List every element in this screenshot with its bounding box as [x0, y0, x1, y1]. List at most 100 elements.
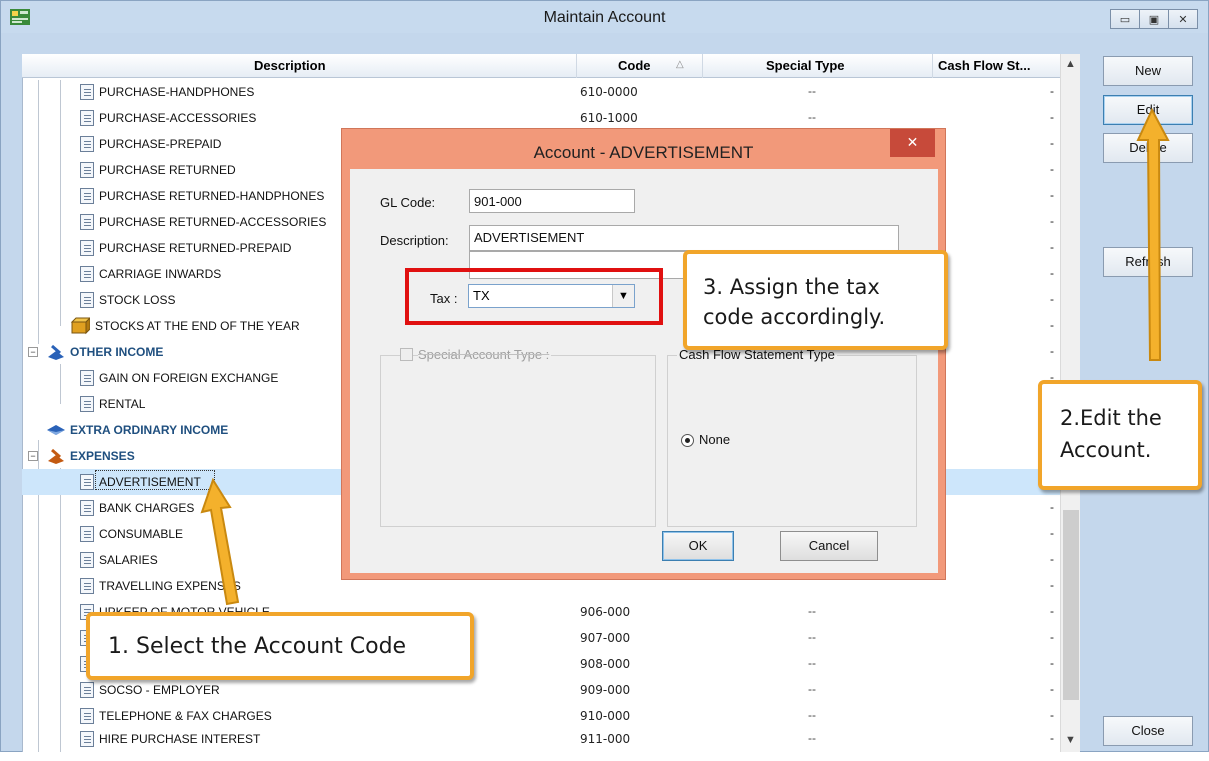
row-special-type: -- [808, 604, 816, 618]
column-header-cash-flow[interactable]: Cash Flow St... [938, 58, 1030, 73]
row-description: TELEPHONE & FAX CHARGES [99, 709, 272, 723]
row-description: PURCHASE RETURNED [99, 163, 236, 177]
callout-step-1: 1. Select the Account Code [86, 612, 474, 680]
dialog-body: GL Code: 901-000 Description: ADVERTISEM… [350, 169, 938, 573]
row-code: 910-000 [580, 709, 631, 723]
row-description: BANK CHARGES [99, 501, 195, 515]
row-special-type: -- [808, 84, 816, 98]
account-icon [80, 731, 94, 747]
ok-button[interactable]: OK [662, 531, 734, 561]
gl-code-field[interactable]: 901-000 [469, 189, 635, 213]
account-icon [80, 266, 94, 282]
row-code: 610-1000 [580, 111, 638, 125]
account-icon [80, 474, 94, 490]
row-description: PURCHASE RETURNED-PREPAID [99, 241, 292, 255]
account-icon [80, 162, 94, 178]
account-icon [80, 708, 94, 724]
description-field[interactable]: ADVERTISEMENT [469, 225, 899, 251]
delete-button[interactable]: Delete [1103, 133, 1193, 163]
table-row[interactable]: SOCSO - EMPLOYER 909-000 -- - [22, 677, 1062, 703]
group-book-icon [48, 344, 64, 360]
row-cash-flow: - [1050, 731, 1054, 745]
row-special-type: -- [808, 630, 816, 644]
close-icon: ✕ [1178, 13, 1188, 26]
cancel-button[interactable]: Cancel [780, 531, 878, 561]
new-button[interactable]: New [1103, 56, 1193, 86]
account-icon [80, 552, 94, 568]
row-description: SOCSO - EMPLOYER [99, 683, 220, 697]
collapse-icon[interactable]: − [28, 451, 38, 461]
row-description: EXTRA ORDINARY INCOME [70, 423, 229, 437]
edit-button[interactable]: Edit [1103, 95, 1193, 125]
row-cash-flow: - [1050, 500, 1054, 514]
row-cash-flow: - [1050, 214, 1054, 228]
row-cash-flow: - [1050, 136, 1054, 150]
maximize-button[interactable]: ▣ [1139, 9, 1169, 29]
row-code: 911-000 [580, 732, 631, 746]
account-icon [80, 214, 94, 230]
row-cash-flow: - [1050, 682, 1054, 696]
row-cash-flow: - [1050, 708, 1054, 722]
refresh-button[interactable]: Refresh [1103, 247, 1193, 277]
row-cash-flow: - [1050, 526, 1054, 540]
dialog-title: Account - ADVERTISEMENT [533, 143, 754, 162]
row-special-type: -- [808, 656, 816, 670]
group-gem-icon [47, 425, 65, 435]
table-row[interactable]: HIRE PURCHASE INTEREST 911-000 -- - [22, 726, 1062, 752]
row-description: PURCHASE-HANDPHONES [99, 85, 255, 99]
maximize-icon: ▣ [1148, 13, 1160, 26]
row-cash-flow: - [1050, 162, 1054, 176]
row-description: RENTAL [99, 397, 146, 411]
row-description: CONSUMABLE [99, 527, 184, 541]
account-icon [80, 526, 94, 542]
table-row[interactable]: PURCHASE-HANDPHONES 610-0000 -- - [22, 79, 1062, 105]
stock-box-icon [70, 317, 90, 335]
row-cash-flow: - [1050, 656, 1054, 670]
row-special-type: -- [808, 110, 816, 124]
window-title: Maintain Account [543, 9, 666, 26]
row-cash-flow: - [1050, 552, 1054, 566]
row-cash-flow: - [1050, 318, 1054, 332]
column-header-special-type[interactable]: Special Type [766, 58, 845, 73]
dialog-close-button[interactable]: ✕ [890, 129, 935, 157]
row-description: PURCHASE-PREPAID [99, 137, 222, 151]
row-description: STOCK LOSS [99, 293, 176, 307]
row-cash-flow: - [1050, 344, 1054, 358]
gl-code-label: GL Code: [380, 195, 436, 210]
callout-step-2: 2.Edit the Account. [1038, 380, 1202, 490]
account-icon [80, 370, 94, 386]
close-icon: ✕ [906, 134, 919, 150]
minimize-button[interactable]: ▭ [1110, 9, 1140, 29]
close-window-button[interactable]: ✕ [1168, 9, 1198, 29]
row-cash-flow: - [1050, 292, 1054, 306]
row-special-type: -- [808, 731, 816, 745]
special-account-type-checkbox[interactable] [400, 348, 413, 361]
row-cash-flow: - [1050, 84, 1054, 98]
description-label: Description: [380, 233, 449, 248]
row-description: TRAVELLING EXPENSES [99, 579, 241, 593]
grid-header: Description Code △ Special Type Cash Flo… [22, 54, 1080, 78]
row-cash-flow: - [1050, 188, 1054, 202]
close-button[interactable]: Close [1103, 716, 1193, 746]
minimize-icon: ▭ [1119, 13, 1131, 26]
none-label: None [699, 432, 731, 447]
sort-ascending-icon: △ [676, 59, 684, 70]
account-icon [80, 292, 94, 308]
row-cash-flow: - [1050, 604, 1054, 618]
row-cash-flow: - [1050, 578, 1054, 592]
row-description: PURCHASE RETURNED-ACCESSORIES [99, 215, 327, 229]
scroll-up-icon[interactable]: ▲ [1065, 58, 1076, 70]
callout-step-3: 3. Assign the tax code accordingly. [683, 250, 948, 350]
scrollbar-thumb[interactable] [1063, 510, 1079, 700]
account-icon [80, 500, 94, 516]
row-cash-flow: - [1050, 110, 1054, 124]
row-special-type: -- [808, 708, 816, 722]
collapse-icon[interactable]: − [28, 347, 38, 357]
column-header-description[interactable]: Description [254, 58, 326, 73]
none-radio[interactable] [681, 434, 694, 447]
row-description: PURCHASE RETURNED-HANDPHONES [99, 189, 325, 203]
scroll-down-icon[interactable]: ▼ [1065, 734, 1076, 746]
row-cash-flow: - [1050, 266, 1054, 280]
column-header-code[interactable]: Code [618, 58, 651, 73]
row-code: 909-000 [580, 683, 631, 697]
